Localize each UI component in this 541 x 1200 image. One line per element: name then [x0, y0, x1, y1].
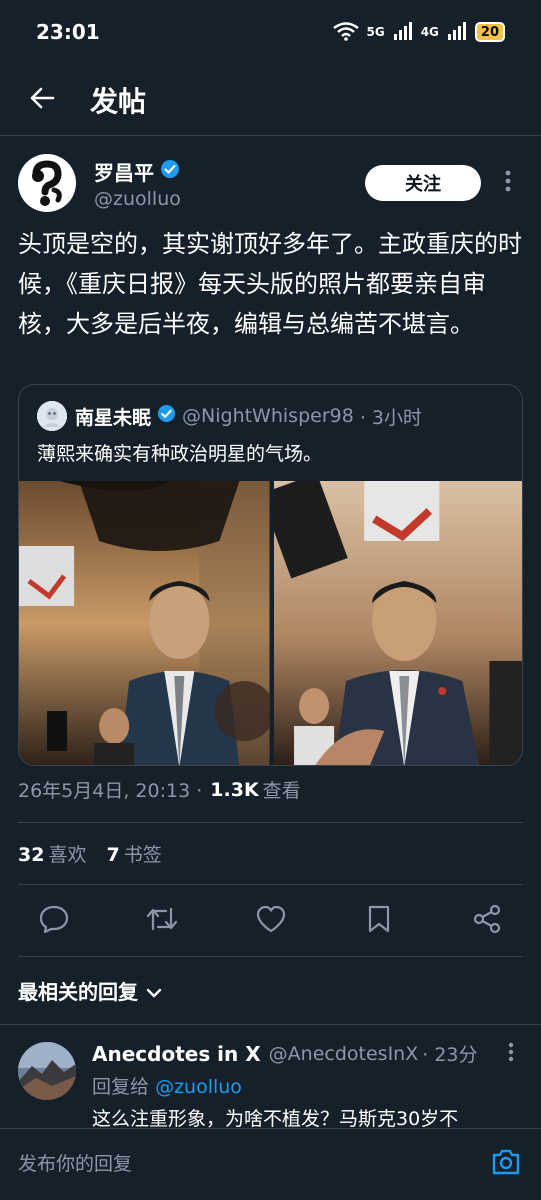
likes-label: 喜欢 [48, 844, 87, 866]
wifi-icon [332, 21, 359, 44]
back-button[interactable] [22, 80, 62, 120]
divider [18, 956, 523, 957]
page-title: 发帖 [90, 84, 147, 118]
repost-icon [146, 905, 178, 937]
reply-header: Anecdotes in X @AnecdotesInX · 23分 [92, 1040, 478, 1067]
reply-to-label: 回复给 [92, 1076, 150, 1098]
reply-item[interactable]: Anecdotes in X @AnecdotesInX · 23分 回复给 @… [18, 1040, 523, 1130]
quote-time: · 3小时 [359, 406, 422, 429]
reply-to-line: 回复给 @zuolluo [92, 1072, 242, 1099]
reply-avatar[interactable] [18, 1042, 76, 1100]
network-label-4g: 4G [420, 25, 439, 39]
quote-images [19, 481, 522, 765]
share-icon [472, 904, 502, 938]
post-stats: 32 喜欢 7 书签 [18, 840, 162, 867]
header: 发帖 [0, 64, 541, 136]
repost-button[interactable] [144, 903, 180, 939]
more-vertical-icon [505, 170, 511, 196]
post-actions [18, 896, 523, 946]
camera-icon [491, 1148, 521, 1180]
bookmarks-stat[interactable]: 7 书签 [106, 840, 161, 867]
quote-author-name: 南星未眠 [75, 406, 152, 429]
reply-button[interactable] [36, 903, 72, 939]
bookmarks-label: 书签 [123, 844, 162, 866]
replies-sort-label: 最相关的回复 [18, 980, 138, 1004]
compose-bar: 发布你的回复 [0, 1128, 541, 1200]
quote-avatar [37, 401, 67, 431]
reply-time: · 23分 [422, 1044, 478, 1066]
more-options-button[interactable] [493, 165, 523, 201]
reply-icon [39, 905, 69, 937]
likes-count: 32 [18, 844, 45, 866]
reply-author-name[interactable]: Anecdotes in X [92, 1042, 261, 1066]
follow-button[interactable]: 关注 [365, 165, 481, 201]
author-handle[interactable]: @zuolluo [94, 188, 181, 210]
quote-photo-right[interactable] [273, 481, 522, 765]
author-name-text: 罗昌平 [94, 160, 154, 185]
share-button[interactable] [469, 903, 505, 939]
divider [0, 1024, 541, 1025]
status-icons: 5G 4G 20 [332, 21, 505, 44]
post-meta: 26年5月4日, 20:13 · 1.3K 查看 [18, 776, 301, 803]
replies-sort-dropdown[interactable]: 最相关的回复 [18, 976, 162, 1005]
post-text: 头顶是空的，其实谢顶好多年了。主政重庆的时候，《重庆日报》每天头版的照片都要亲自… [18, 230, 522, 338]
quote-photo-left[interactable] [19, 481, 270, 765]
status-time: 23:01 [36, 20, 100, 44]
network-label-5g: 5G [366, 25, 385, 39]
arrow-left-icon [29, 86, 55, 114]
post-author-row: 罗昌平 @zuolluo 关注 [18, 152, 523, 214]
reply-to-handle-link[interactable]: @zuolluo [155, 1076, 242, 1098]
signal-icon [447, 21, 467, 43]
battery-icon: 20 [474, 22, 505, 42]
verified-badge-icon [160, 159, 180, 184]
author-info: 罗昌平 @zuolluo [94, 157, 181, 210]
status-bar: 23:01 5G 4G 20 [0, 0, 541, 64]
bookmark-button[interactable] [361, 903, 397, 939]
reply-more-button[interactable] [499, 1042, 523, 1066]
post-views-count: 1.3K [210, 778, 259, 801]
bookmark-icon [367, 905, 391, 937]
reply-text: 这么注重形象，为啥不植发？马斯克30岁不 [92, 1108, 459, 1130]
bookmarks-count: 7 [106, 844, 120, 866]
quote-author-handle: @NightWhisper98 [182, 405, 354, 427]
avatar[interactable] [18, 154, 76, 212]
likes-stat[interactable]: 32 喜欢 [18, 840, 86, 867]
like-icon [256, 905, 286, 937]
signal-icon [393, 21, 413, 43]
reply-compose-input[interactable]: 发布你的回复 [18, 1149, 132, 1176]
divider [18, 884, 523, 885]
quoted-post-card[interactable]: 南星未眠 @NightWhisper98 · 3小时 薄熙来确实有种政治明星的气… [18, 384, 523, 766]
camera-button[interactable] [489, 1147, 523, 1181]
post-views-label: 查看 [262, 780, 301, 802]
more-vertical-icon [508, 1042, 514, 1066]
reply-author-handle[interactable]: @AnecdotesInX [269, 1043, 419, 1065]
author-name[interactable]: 罗昌平 [94, 157, 181, 186]
post-date: 26年5月4日, 20:13 · [18, 780, 203, 802]
verified-badge-icon [157, 404, 176, 428]
like-button[interactable] [253, 903, 289, 939]
quote-text: 薄熙来确实有种政治明星的气场。 [37, 443, 323, 465]
quoted-post-header: 南星未眠 @NightWhisper98 · 3小时 [37, 401, 422, 431]
chevron-down-icon [146, 979, 162, 1003]
divider [18, 822, 523, 823]
